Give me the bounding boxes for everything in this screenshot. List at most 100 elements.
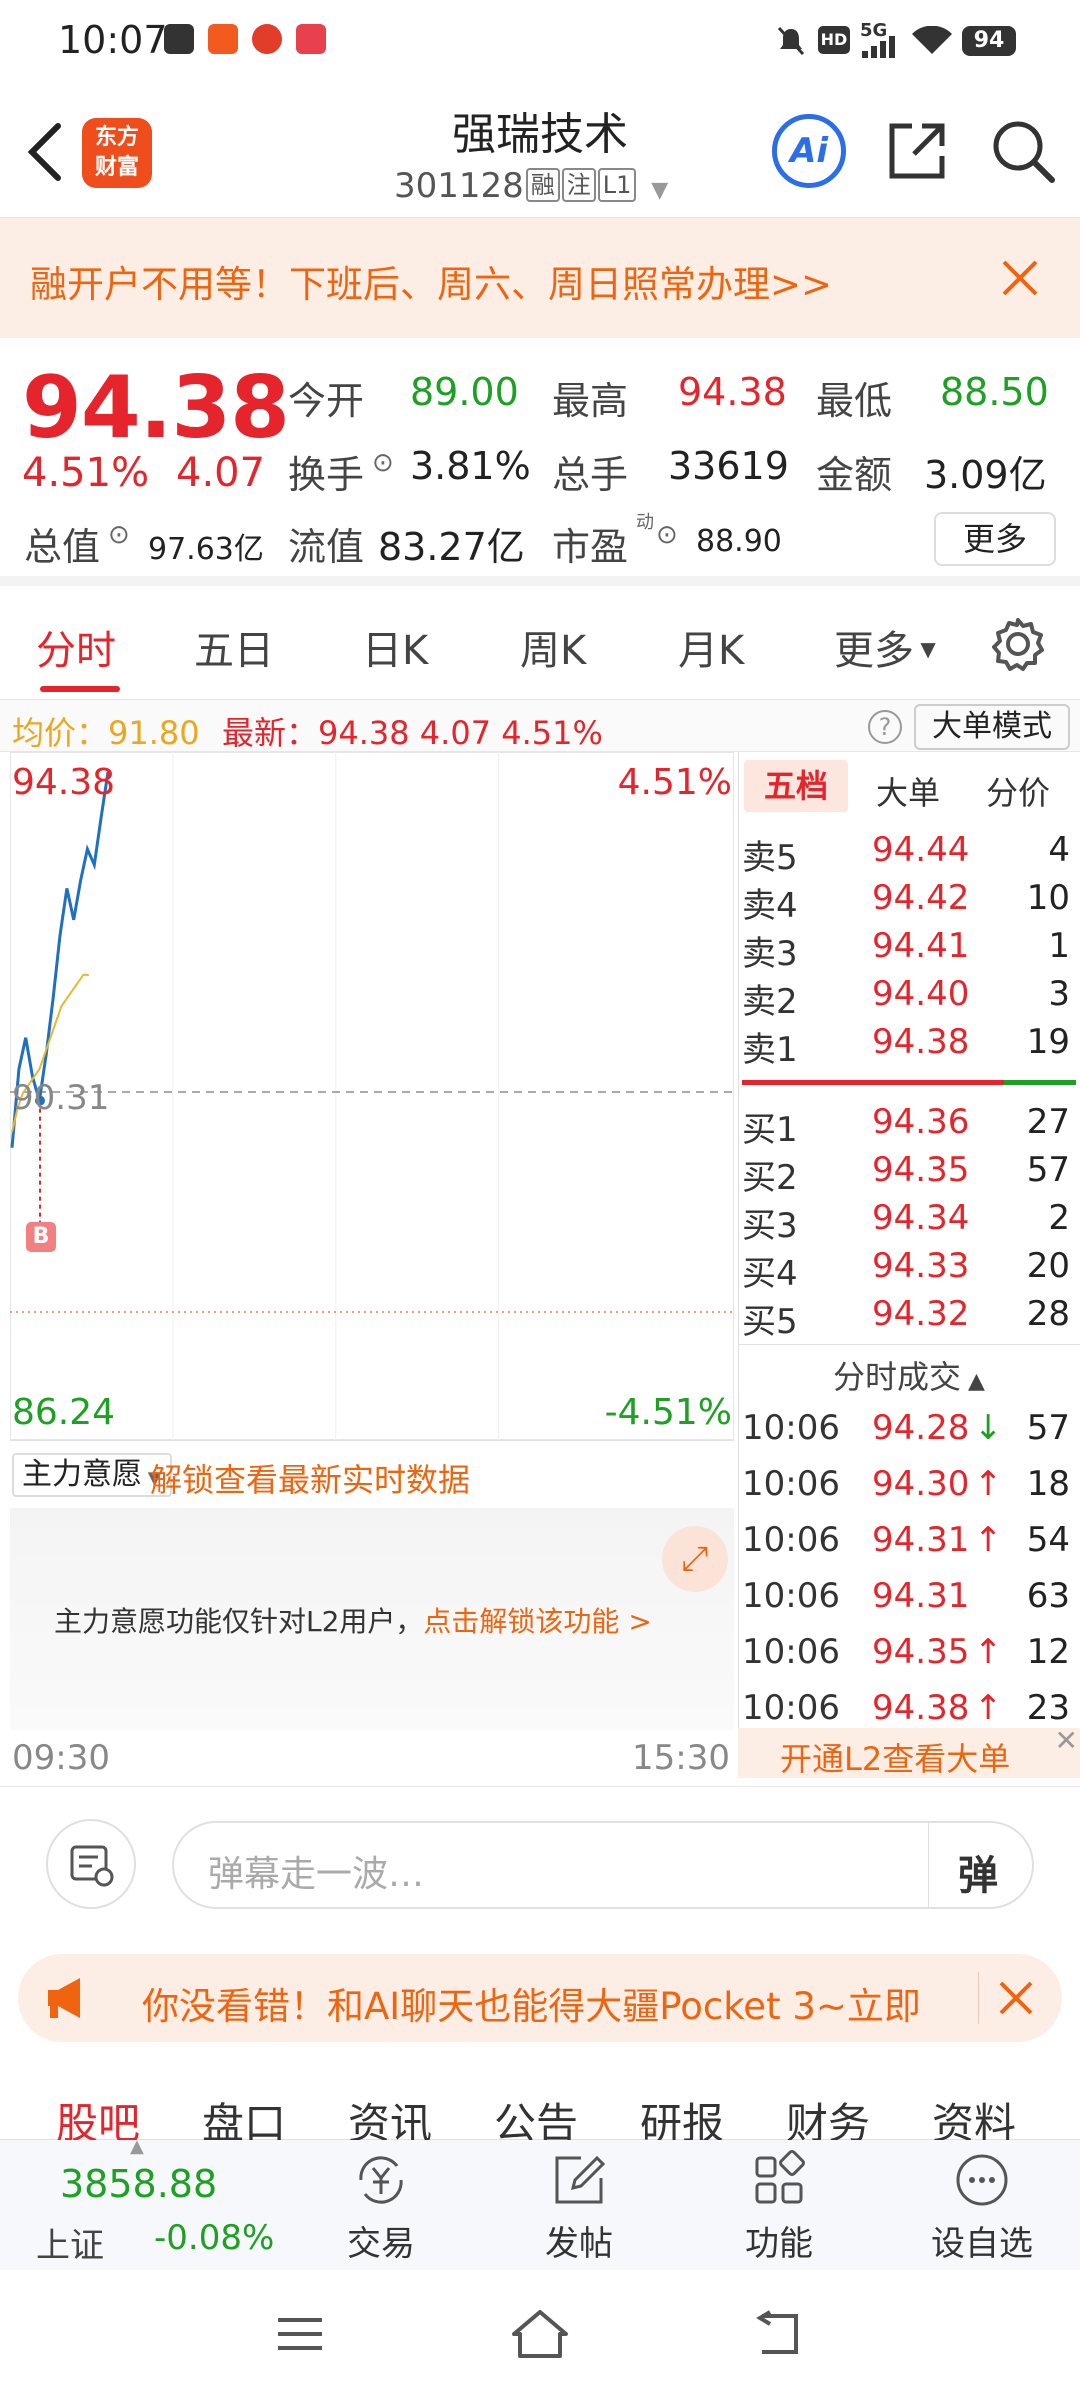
turnover-value: 3.81% [410,444,531,488]
post-button[interactable]: 发帖 [524,2148,634,2266]
banner-text: 融开户不用等！下班后、周六、周日照常办理>> [30,263,833,306]
ai-assistant-button[interactable]: Ai [772,114,846,188]
open-value: 89.00 [410,370,519,414]
ticks-divider [738,1344,1080,1345]
float-cap-value: 83.27亿 [378,525,525,569]
tick-row: 10:06 94.31 ↑ 54 [742,1520,1070,1560]
ticks-title[interactable]: 分时成交 ▲ [738,1352,1080,1398]
tick-row: 10:06 94.28 ↓ 57 [742,1408,1070,1448]
tab-large-orders[interactable]: 大单 [876,768,940,814]
chart-frame [10,752,734,1440]
order-book-panel: 五档 大单 分价 卖5 94.44 4 卖4 94.42 10 卖3 94.41 1 卖2 9… [738,752,1080,1778]
ai-promo-banner[interactable]: 你没看错！和AI聊天也能得大疆Pocket 3~立即 [18,1954,1062,2042]
sell-pressure-bar [742,1080,1004,1085]
time-start: 09:30 [12,1738,110,1778]
tab-more[interactable]: 更多 ▼ [834,618,936,676]
danmaku-settings-icon [70,1845,114,1887]
index-ticker[interactable]: ▲ 3858.88 上证 -0.08% [0,2136,300,2270]
buy-pressure-bar [1004,1080,1076,1085]
pe-value: 88.90 [696,524,782,559]
back-nav-icon[interactable] [752,2310,804,2358]
close-icon[interactable] [998,1980,1034,2016]
amount-label: 金额 [816,453,893,497]
close-icon[interactable] [1000,258,1040,298]
stock-code-row[interactable]: 301128 融注 L1 ▼ [394,166,668,206]
book-divider [738,752,739,1777]
settings-gear-icon[interactable] [990,616,1046,672]
tab-intraday[interactable]: 分时 [36,618,116,676]
danmaku-placeholder: 弹幕走一波… [208,1854,425,1895]
unlock-realtime-link[interactable]: 解锁查看最新实时数据 [150,1455,470,1501]
tab-monthly-k[interactable]: 月K [678,618,744,676]
signal-icon [862,36,895,58]
expand-icon[interactable]: ⤢ [662,1526,728,1592]
tab-daily-k[interactable]: 日K [362,618,428,676]
comment-row: 弹幕走一波… 弹 [0,1786,1080,1940]
latest-price: 最新：94.38 4.07 4.51% [222,714,603,752]
low-label: 最低 [816,379,893,423]
danmaku-send-button[interactable]: 弹 [958,1843,998,1901]
message-app-icon [208,24,238,54]
info-dots-icon[interactable]: ⊙ [108,520,130,550]
add-watchlist-button[interactable]: 设自选 [912,2148,1052,2266]
active-tab-indicator [40,686,120,692]
menu-icon[interactable] [276,2314,324,2354]
search-icon[interactable] [990,118,1056,184]
quote-panel: 94.38 4.51% 4.07 今开 89.00 最高 94.38 最低 88… [0,340,1080,586]
chart-bottom-percent: -4.51% [604,1392,732,1433]
play-app-icon [164,24,194,54]
main-force-dropdown[interactable]: 主力意愿 ▼ [12,1453,172,1497]
hd-icon: HD [818,26,850,54]
home-icon[interactable] [510,2308,570,2360]
post-label: 发帖 [545,2224,613,2264]
tag-level: L1 [597,168,637,202]
tab-five-levels[interactable]: 五档 [744,760,848,812]
pe-superscript: 动 [636,512,654,533]
help-icon[interactable]: ? [868,710,902,744]
tick-row: 10:06 94.35 ↑ 12 [742,1632,1070,1672]
chart-period-tabs: 分时 五日 日K 周K 月K 更多 ▼ [0,590,1080,700]
share-icon[interactable] [884,118,950,184]
main-force-locked-panel: ⤢ 主力意愿功能仅针对L2用户，点击解锁该功能 > [10,1508,734,1730]
tab-five-day[interactable]: 五日 [194,618,274,676]
l2-upgrade-bar[interactable]: 开通L2查看大单 ✕ [738,1724,1080,1778]
chart-time-axis: 09:30 15:30 [10,1732,734,1784]
account-open-banner[interactable]: 融开户不用等！下班后、周六、周日照常办理>> [0,218,1080,338]
sell-level-3: 卖3 94.41 1 [742,926,1070,974]
change-amount: 4.07 [176,450,266,496]
shopping-app-icon [252,24,282,54]
system-navigation-bar [0,2270,1080,2400]
large-order-mode-button[interactable]: 大单模式 [914,704,1070,750]
tab-weekly-k[interactable]: 周K [520,618,586,676]
tick-row: 10:06 94.31 63 [742,1576,1070,1616]
info-dots-icon[interactable]: ⊙ [372,448,394,478]
intraday-chart[interactable]: 94.38 4.51% 90.31 86.24 -4.51% B [10,752,734,1440]
more-dots-circle-icon [956,2154,1008,2206]
danmaku-settings-button[interactable] [46,1819,136,1909]
trade-button[interactable]: 交易 [326,2148,436,2266]
current-price: 94.38 [22,358,290,458]
main-force-header: 主力意愿 ▼ 解锁查看最新实时数据 [10,1440,734,1508]
features-button[interactable]: 功能 [724,2148,834,2266]
buy-level-1: 买1 94.36 27 [742,1102,1070,1150]
bottom-action-bar: ▲ 3858.88 上证 -0.08% 交易 发帖 功能 设自选 [0,2136,1080,2270]
amount-value: 3.09亿 [924,453,1047,497]
index-change: -0.08% [154,2218,275,2258]
trade-label: 交易 [347,2224,415,2264]
market-cap-value: 97.63亿 [148,532,264,567]
unlock-feature-link[interactable]: 点击解锁该功能 > [423,1605,651,1638]
input-divider [928,1823,929,1907]
buy-marker[interactable]: B [26,1222,56,1252]
tag-margin: 融 [525,168,560,202]
more-button[interactable]: 更多 [934,512,1056,566]
sell-level-5: 卖5 94.44 4 [742,830,1070,878]
danmaku-input[interactable]: 弹幕走一波… 弹 [172,1821,1034,1909]
sell-level-2: 卖2 94.40 3 [742,974,1070,1022]
tab-price-distribution[interactable]: 分价 [986,768,1050,814]
info-dots-icon[interactable]: ⊙ [656,520,678,550]
tick-row: 10:06 94.30 ↑ 18 [742,1464,1070,1504]
close-icon[interactable]: ✕ [1055,1724,1078,1757]
time-end: 15:30 [632,1738,730,1778]
megaphone-icon [48,1978,80,2018]
index-value: 3858.88 [60,2162,218,2206]
